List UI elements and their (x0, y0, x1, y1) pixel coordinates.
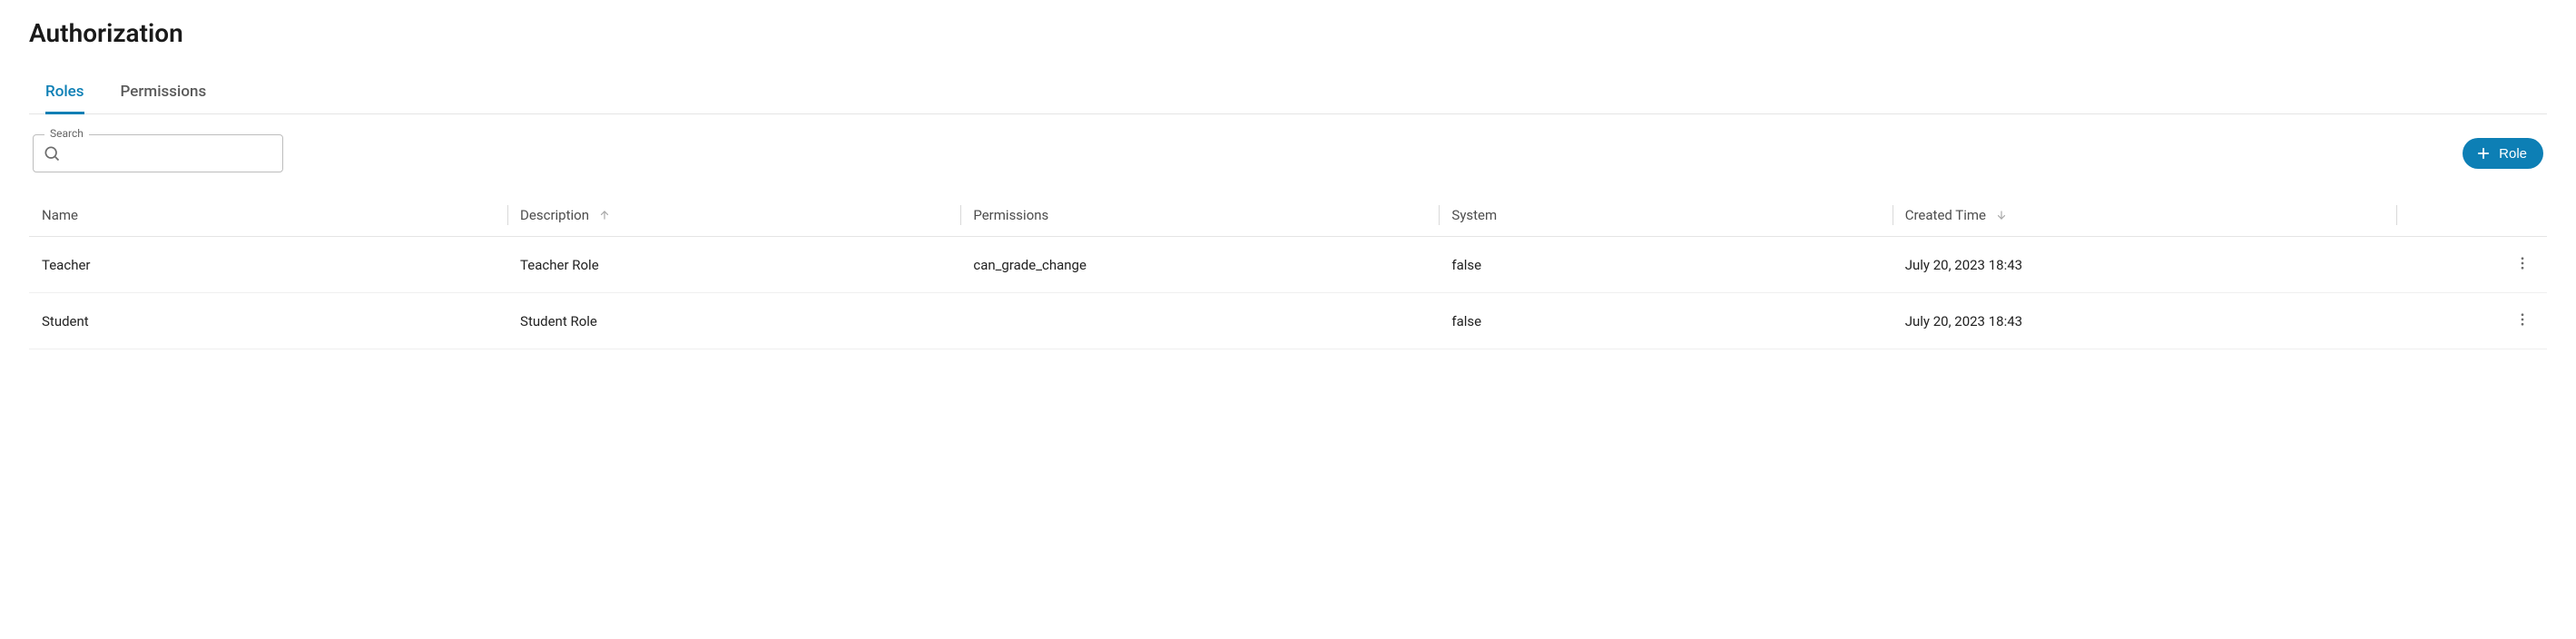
search-input[interactable] (70, 145, 271, 162)
cell-permissions (960, 293, 1439, 349)
col-header-created[interactable]: Created Time (1893, 194, 2396, 237)
col-header-permissions[interactable]: Permissions (960, 194, 1439, 237)
row-actions-button[interactable] (2511, 251, 2534, 278)
tab-permissions[interactable]: Permissions (121, 74, 207, 114)
col-header-name-label: Name (42, 207, 78, 223)
col-header-permissions-label: Permissions (973, 207, 1048, 223)
add-role-button[interactable]: Role (2463, 138, 2543, 169)
cell-system: false (1439, 293, 1892, 349)
cell-permissions: can_grade_change (960, 237, 1439, 293)
col-header-description-label: Description (520, 207, 589, 223)
tab-roles[interactable]: Roles (45, 74, 84, 114)
page-title: Authorization (29, 18, 2547, 48)
plus-icon (2475, 145, 2492, 162)
more-vertical-icon (2514, 311, 2531, 330)
col-header-system[interactable]: System (1439, 194, 1892, 237)
sort-asc-icon (598, 209, 611, 221)
toolbar: Search Role (29, 114, 2547, 182)
cell-name: Student (29, 293, 507, 349)
roles-table: Name Description (29, 194, 2547, 349)
col-header-name[interactable]: Name (29, 194, 507, 237)
cell-name: Teacher (29, 237, 507, 293)
col-header-system-label: System (1451, 207, 1497, 223)
col-header-description[interactable]: Description (507, 194, 960, 237)
cell-description: Teacher Role (507, 237, 960, 293)
more-vertical-icon (2514, 255, 2531, 274)
col-header-actions (2396, 194, 2547, 237)
search-field-container: Search (33, 134, 283, 172)
sort-desc-icon (1995, 209, 2008, 221)
col-header-created-label: Created Time (1905, 207, 1986, 223)
cell-system: false (1439, 237, 1892, 293)
cell-created: July 20, 2023 18:43 (1893, 293, 2396, 349)
table-row[interactable]: Student Student Role false July 20, 2023… (29, 293, 2547, 349)
search-icon (43, 144, 61, 162)
cell-created: July 20, 2023 18:43 (1893, 237, 2396, 293)
tabs: Roles Permissions (29, 74, 2547, 114)
table-row[interactable]: Teacher Teacher Role can_grade_change fa… (29, 237, 2547, 293)
cell-description: Student Role (507, 293, 960, 349)
search-label: Search (44, 127, 89, 140)
row-actions-button[interactable] (2511, 308, 2534, 334)
add-role-label: Role (2499, 146, 2527, 162)
